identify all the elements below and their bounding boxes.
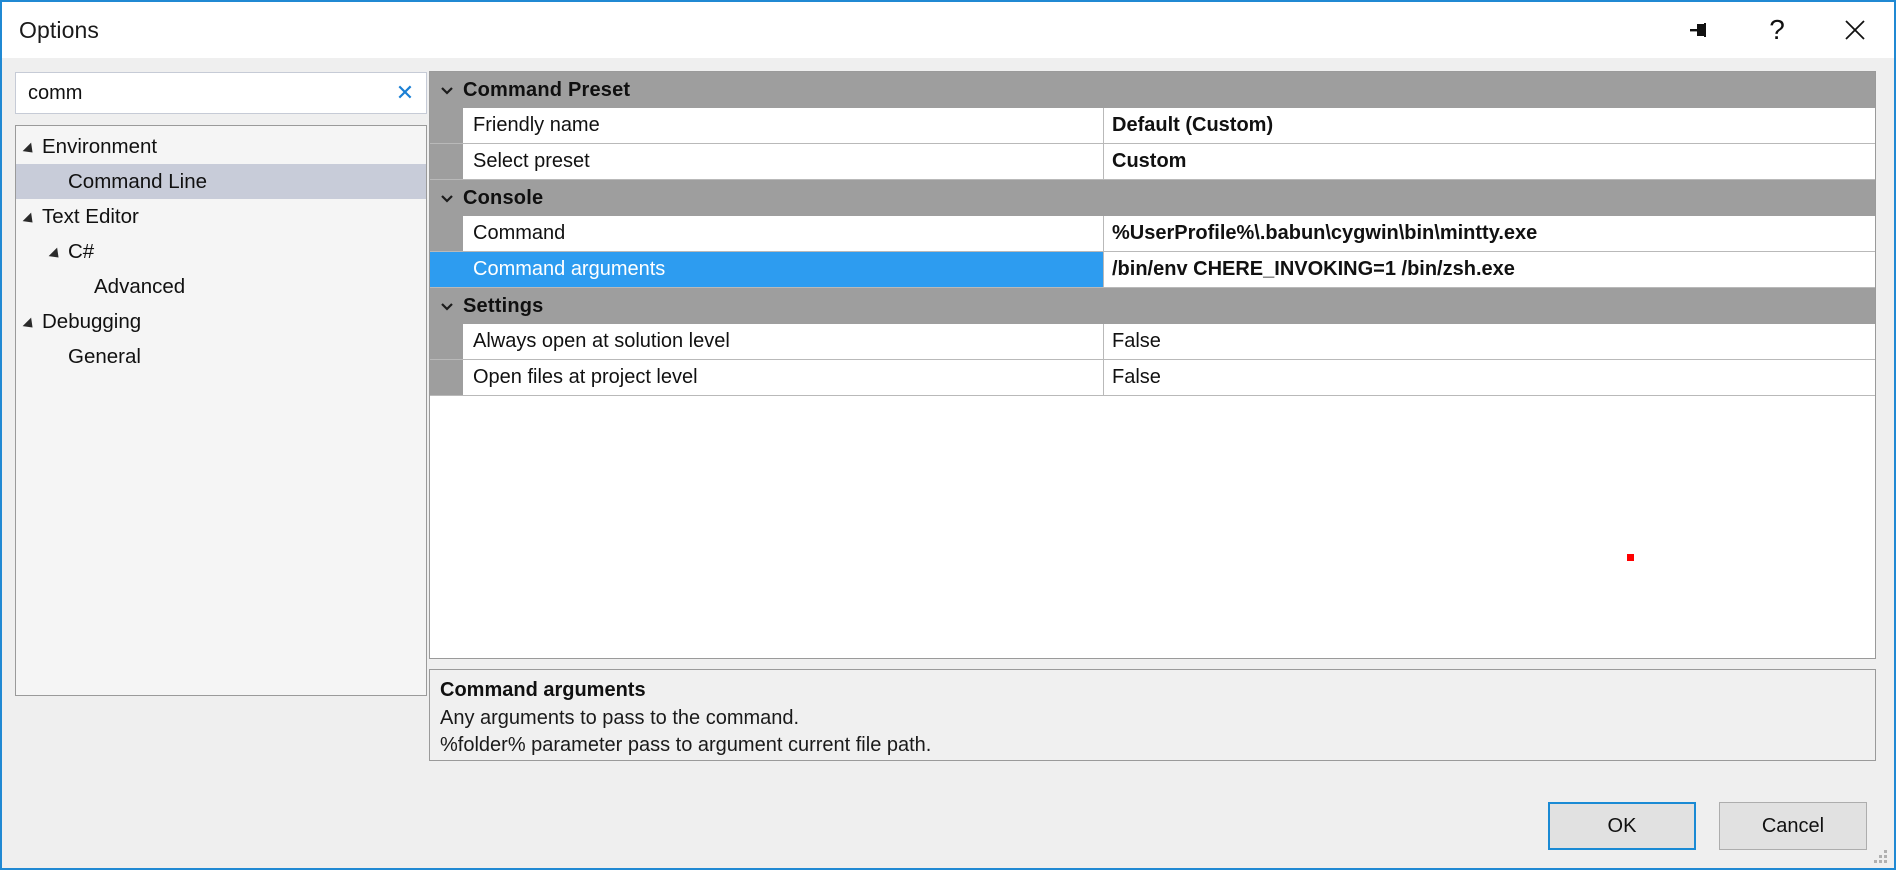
clear-search-icon[interactable]: ✕ [390,78,420,108]
description-line: %folder% parameter pass to argument curr… [440,734,932,756]
category-header-command-preset[interactable]: Command Preset [430,72,1875,108]
tree-item-advanced[interactable]: Advanced [16,269,426,304]
help-icon: ? [1769,14,1785,45]
property-value[interactable]: /bin/env CHERE_INVOKING=1 /bin/zsh.exe [1104,252,1875,287]
chevron-down-icon[interactable] [430,82,463,98]
pin-icon [1690,23,1706,37]
page-title: Options [19,16,99,43]
dialog-body: ✕ Environment Command Line Text Editor [2,58,1894,784]
options-detail-pane: Command Preset Friendly name Default (Cu… [427,58,1894,784]
options-dialog: Options ? comm ✕ Environment Command Lin… [0,0,1896,870]
help-button[interactable]: ? [1738,2,1816,58]
property-name: Select preset [463,144,1104,179]
close-button[interactable] [1816,2,1894,58]
tree-item-debugging[interactable]: Debugging [16,304,426,339]
dialog-footer: OK Cancel [2,784,1894,868]
search-input[interactable] [28,81,390,105]
tree-item-label: C# [68,239,95,263]
tree-item-label: Command Line [68,169,208,193]
property-name: Always open at solution level [463,324,1104,359]
options-tree[interactable]: Environment Command Line Text Editor C# … [15,125,427,696]
tree-item-label: Text Editor [42,204,139,228]
row-gutter [430,144,463,179]
table-row-selected[interactable]: Command arguments /bin/env CHERE_INVOKIN… [430,252,1875,288]
chevron-down-icon[interactable] [430,298,463,314]
property-description-panel: Command arguments Any arguments to pass … [429,669,1876,761]
property-value[interactable]: False [1104,324,1875,359]
tree-item-environment[interactable]: Environment [16,129,426,164]
row-gutter [430,324,463,359]
property-name: Open files at project level [463,360,1104,395]
tree-item-general[interactable]: General [16,339,426,374]
tree-item-label: General [68,344,141,368]
tree-item-label: Environment [42,134,158,158]
pin-button[interactable] [1660,2,1738,58]
row-gutter [430,216,463,251]
tree-item-text-editor[interactable]: Text Editor [16,199,426,234]
property-value[interactable]: Custom [1104,144,1875,179]
category-header-settings[interactable]: Settings [430,288,1875,324]
description-line: Any arguments to pass to the command. [440,707,800,729]
tree-item-label: Advanced [94,274,186,298]
table-row[interactable]: Select preset Custom [430,144,1875,180]
table-row[interactable]: Open files at project level False [430,360,1875,396]
row-gutter [430,108,463,143]
category-header-console[interactable]: Console [430,180,1875,216]
title-bar: Options ? [2,2,1894,58]
cursor-marker-dot [1627,554,1634,561]
cancel-button[interactable]: Cancel [1719,802,1867,850]
row-gutter [430,252,463,287]
tree-item-command-line[interactable]: Command Line [16,164,426,199]
property-grid[interactable]: Command Preset Friendly name Default (Cu… [429,71,1876,659]
table-row[interactable]: Always open at solution level False [430,324,1875,360]
tree-item-csharp[interactable]: C# [16,234,426,269]
row-gutter [430,360,463,395]
property-name: Friendly name [463,108,1104,143]
property-name: Command [463,216,1104,251]
table-row[interactable]: Command %UserProfile%\.babun\cygwin\bin\… [430,216,1875,252]
search-box[interactable]: ✕ [15,72,427,114]
ok-button[interactable]: OK [1548,802,1696,850]
property-value[interactable]: %UserProfile%\.babun\cygwin\bin\mintty.e… [1104,216,1875,251]
table-row[interactable]: Friendly name Default (Custom) [430,108,1875,144]
property-name: Command arguments [463,252,1104,287]
resize-grip-icon[interactable] [1874,850,1888,864]
chevron-down-icon[interactable] [430,190,463,206]
description-title: Command arguments [440,679,646,701]
category-label: Command Preset [463,78,631,101]
category-label: Settings [463,294,544,317]
category-label: Console [463,186,544,209]
options-navigation-pane: ✕ Environment Command Line Text Editor [2,58,427,784]
close-icon [1845,20,1865,40]
titlebar-button-group: ? [1660,2,1894,58]
property-value[interactable]: Default (Custom) [1104,108,1875,143]
tree-item-label: Debugging [42,309,142,333]
property-value[interactable]: False [1104,360,1875,395]
